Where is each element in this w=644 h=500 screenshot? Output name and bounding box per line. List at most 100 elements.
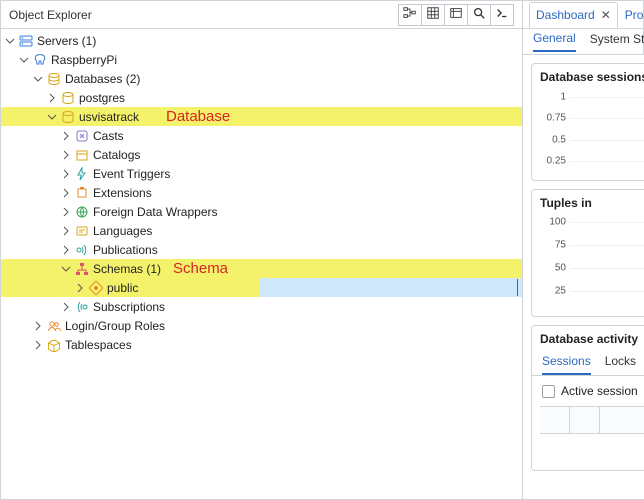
ytick: 1 [538, 91, 566, 102]
terminate-button[interactable] [578, 444, 594, 460]
caret-right-icon[interactable] [61, 207, 71, 217]
terminal-icon [495, 6, 509, 23]
catalogs-icon [75, 148, 89, 162]
ytick: 0.75 [538, 113, 566, 124]
activity-action-row [532, 434, 644, 470]
tree-label: Schemas (1) [93, 262, 161, 276]
database-icon [61, 110, 75, 124]
active-sessions-filter[interactable]: Active session [532, 376, 644, 406]
tree-label: Casts [93, 129, 124, 143]
toolbar-structure-button[interactable] [398, 4, 422, 26]
ytick: 50 [538, 262, 566, 273]
caret-right-icon[interactable] [33, 321, 43, 331]
object-explorer-title: Object Explorer [9, 8, 92, 22]
database-icon [61, 91, 75, 105]
tab-properties[interactable]: Proper [618, 2, 644, 28]
caret-right-icon[interactable] [61, 169, 71, 179]
tree-item-public[interactable]: public [1, 278, 522, 297]
section-tuples-in: Tuples in 100 75 50 25 [531, 189, 644, 317]
tree-label: Publications [93, 243, 158, 257]
caret-right-icon[interactable] [61, 302, 71, 312]
subscriptions-icon [75, 300, 89, 314]
tree-item-databases[interactable]: Databases (2) [1, 69, 522, 88]
structure-icon [403, 6, 417, 23]
tree-item-postgres[interactable]: postgres [1, 88, 522, 107]
activity-tab-locks[interactable]: Locks [605, 354, 636, 375]
caret-down-icon[interactable] [61, 264, 71, 274]
caret-right-icon[interactable] [47, 93, 57, 103]
tree-item-catalogs[interactable]: Catalogs [1, 145, 522, 164]
table-col[interactable] [540, 407, 570, 433]
toolbar-terminal-button[interactable] [490, 4, 514, 26]
servers-icon [19, 34, 33, 48]
object-tree[interactable]: Servers (1) RaspberryPi Databases (2) po… [1, 29, 522, 499]
chart-database-sessions: 1 0.75 0.5 0.25 [538, 90, 644, 176]
tree-item-schemas[interactable]: Schemas (1) Schema [1, 259, 522, 278]
tree-label: Subscriptions [93, 300, 165, 314]
grid-icon [426, 6, 440, 23]
tab-dashboard[interactable]: Dashboard ✕ [529, 2, 618, 28]
tree-item-login-roles[interactable]: Login/Group Roles [1, 316, 522, 335]
publications-icon [75, 243, 89, 257]
chart-tuples-in: 100 75 50 25 [538, 216, 644, 312]
tree-label: Foreign Data Wrappers [93, 205, 218, 219]
object-explorer-header: Object Explorer [1, 1, 522, 29]
tree-item-casts[interactable]: Casts [1, 126, 522, 145]
table-col[interactable] [570, 407, 600, 433]
activity-table-header [540, 406, 644, 434]
tree-item-subscriptions[interactable]: Subscriptions [1, 297, 522, 316]
casts-icon [75, 129, 89, 143]
tree-item-tablespaces[interactable]: Tablespaces [1, 335, 522, 354]
subtab-general[interactable]: General [533, 31, 576, 52]
object-explorer-panel: Object Explorer [1, 1, 523, 499]
checkbox-icon[interactable] [542, 385, 555, 398]
tab-label: Proper [625, 8, 644, 22]
tab-label: Dashboard [536, 8, 595, 22]
tree-label: Databases (2) [65, 72, 140, 86]
caret-down-icon[interactable] [19, 55, 29, 65]
sub-tabs: General System St [523, 29, 644, 55]
caret-right-icon[interactable] [61, 150, 71, 160]
toolbar-filter-button[interactable] [444, 4, 468, 26]
caret-right-icon[interactable] [61, 245, 71, 255]
close-icon[interactable]: ✕ [601, 8, 611, 22]
activity-tabs: Sessions Locks [532, 350, 644, 376]
caret-right-icon[interactable] [33, 340, 43, 350]
tree-label: Languages [93, 224, 152, 238]
database-group-icon [47, 72, 61, 86]
tree-label: Extensions [93, 186, 152, 200]
tree-item-raspberrypi[interactable]: RaspberryPi [1, 50, 522, 69]
section-title: Database sessions [532, 70, 644, 88]
toolbar-search-button[interactable] [467, 4, 491, 26]
activity-tab-sessions[interactable]: Sessions [542, 354, 591, 375]
caret-right-icon[interactable] [61, 188, 71, 198]
section-database-sessions: Database sessions 1 0.75 0.5 0.25 [531, 63, 644, 181]
tree-item-servers[interactable]: Servers (1) [1, 31, 522, 50]
atab-label: Locks [605, 354, 636, 368]
caret-right-icon[interactable] [61, 226, 71, 236]
tree-label: Tablespaces [65, 338, 132, 352]
subtab-system[interactable]: System St [590, 32, 644, 51]
extensions-icon [75, 186, 89, 200]
section-title: Tuples in [532, 196, 644, 214]
caret-down-icon[interactable] [5, 36, 15, 46]
tree-label: Login/Group Roles [65, 319, 165, 333]
caret-right-icon[interactable] [75, 283, 85, 293]
ytick: 0.5 [538, 134, 566, 145]
annotation-database: Database [166, 108, 230, 125]
tree-item-languages[interactable]: Languages [1, 221, 522, 240]
ytick: 0.25 [538, 156, 566, 167]
filter-icon [449, 6, 463, 23]
toolbar-grid-button[interactable] [421, 4, 445, 26]
caret-right-icon[interactable] [61, 131, 71, 141]
tree-item-fdw[interactable]: Foreign Data Wrappers [1, 202, 522, 221]
tree-item-extensions[interactable]: Extensions [1, 183, 522, 202]
checkbox-label: Active session [561, 384, 638, 398]
caret-down-icon[interactable] [33, 74, 43, 84]
caret-down-icon[interactable] [47, 112, 57, 122]
cancel-query-button[interactable] [544, 444, 560, 460]
fdw-icon [75, 205, 89, 219]
tree-item-usvisatrack[interactable]: usvisatrack Database [1, 107, 522, 126]
tree-item-event-triggers[interactable]: Event Triggers [1, 164, 522, 183]
tree-item-publications[interactable]: Publications [1, 240, 522, 259]
